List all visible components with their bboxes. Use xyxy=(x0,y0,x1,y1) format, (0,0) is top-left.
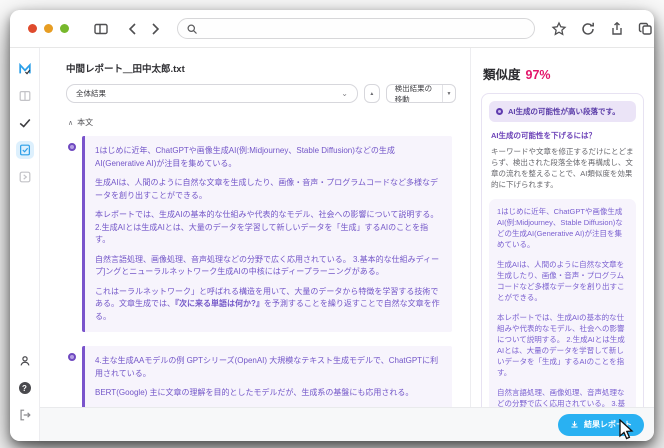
help-icon[interactable]: ? xyxy=(16,379,34,397)
search-icon xyxy=(186,23,198,35)
detected-paragraph: 自然言語処理、画像処理、音声処理などの分野で広く応用されている。 3.基本的な仕… xyxy=(497,388,626,407)
paragraph-marker-dot xyxy=(496,108,503,115)
window-controls xyxy=(28,24,69,33)
result-controls: 全体結果 ⌄ ▲ 検出結果の移動 ▼ xyxy=(66,84,456,103)
ai-detection-card: AI生成の可能性が高い段落です。 AI生成の可能性を下げるには？ キーワードや文… xyxy=(481,93,644,407)
address-input[interactable] xyxy=(203,23,526,34)
doc-paragraph: 本レポートでは、生成AIの基本的な仕組みや代表的なモデル、社会への影響について説… xyxy=(95,210,439,244)
share-icon[interactable] xyxy=(609,21,625,37)
paragraph-marker-dot[interactable] xyxy=(68,353,76,361)
app-logo-icon[interactable] xyxy=(16,60,34,78)
result-nav-label: 検出結果の移動 xyxy=(394,84,433,103)
highlighted-paragraph-group-1[interactable]: 1はじめに近年、ChatGPTや画像生成AI(例:Midjourney、Stab… xyxy=(68,136,452,332)
zoom-window-button[interactable] xyxy=(60,24,69,33)
detected-text-block[interactable]: 1はじめに近年、ChatGPTや画像生成AI(例:Midjourney、Stab… xyxy=(489,199,636,407)
toolbar-actions xyxy=(551,20,654,37)
detected-paragraph: 生成AIは、人間のように自然な文章を生成したり、画像・音声・プログラムコードなど… xyxy=(497,260,625,302)
browser-window: ? 中間レポート＿田中太郎.txt 全体結果 ⌄ ▲ 検出結果の移動 ▼ ∧ 本… xyxy=(10,10,654,441)
footer-bar: 結果レポート xyxy=(40,407,654,441)
refresh-icon[interactable] xyxy=(580,21,596,37)
similarity-value: 97% xyxy=(525,68,551,82)
body-section-label: 本文 xyxy=(77,118,94,127)
account-person-icon[interactable] xyxy=(16,352,34,370)
app-sidebar: ? xyxy=(10,48,40,441)
collapse-caret-icon: ∧ xyxy=(68,119,74,127)
doc-paragraph: 1はじめに近年、ChatGPTや画像生成AI(例:Midjourney、Stab… xyxy=(95,146,395,168)
similarity-panel: 類似度 97% AI生成の可能性が高い段落です。 AI生成の可能性を下げるには？… xyxy=(470,48,654,407)
result-report-label: 結果レポート xyxy=(584,420,632,429)
forward-icon[interactable] xyxy=(147,21,163,37)
doc-paragraph: 4.主な生成AAモデルの例 GPTシリーズ(OpenAI) 大規模なテキスト生成… xyxy=(95,356,439,378)
sidebar-toggle-icon[interactable] xyxy=(93,21,109,37)
download-icon xyxy=(571,421,578,428)
result-report-button[interactable]: 結果レポート xyxy=(558,413,644,436)
chevron-down-icon: ⌄ xyxy=(341,88,348,98)
document-title: 中間レポート＿田中太郎.txt xyxy=(66,64,185,75)
minimize-window-button[interactable] xyxy=(44,24,53,33)
body-section-header[interactable]: ∧ 本文 xyxy=(68,117,456,128)
similarity-label: 類似度 xyxy=(483,68,521,82)
doc-paragraph: 生成AIは、人間のように自然な文章を生成したり、画像・音声・プログラムコードなど… xyxy=(95,178,438,200)
ai-detection-banner: AI生成の可能性が高い段落です。 xyxy=(489,101,636,122)
detected-paragraph: 1はじめに近年、ChatGPTや画像生成AI(例:Midjourney、Stab… xyxy=(497,207,623,249)
next-result-button[interactable]: ▼ xyxy=(442,85,455,102)
doc-paragraph: BERT(Google) 主に文章の理解を目的としたモデルだが、生成系の基盤にも… xyxy=(95,388,414,397)
main-area: 中間レポート＿田中太郎.txt 全体結果 ⌄ ▲ 検出結果の移動 ▼ ∧ 本文 … xyxy=(40,48,654,407)
ai-banner-text: AI生成の可能性が高い段落です。 xyxy=(508,107,620,116)
book-icon[interactable] xyxy=(16,87,34,105)
similarity-header: 類似度 97% xyxy=(483,64,644,83)
check-icon[interactable] xyxy=(16,114,34,132)
advice-body: キーワードや文章を修正するだけにとどまらず、検出された段落全体を再構成し、文章の… xyxy=(491,147,634,189)
document-pane: 中間レポート＿田中太郎.txt 全体結果 ⌄ ▲ 検出結果の移動 ▼ ∧ 本文 … xyxy=(40,48,470,407)
back-icon[interactable] xyxy=(125,21,141,37)
scope-select[interactable]: 全体結果 ⌄ xyxy=(66,84,358,103)
export-square-icon[interactable] xyxy=(16,168,34,186)
advice-title: AI生成の可能性を下げるには？ xyxy=(491,131,596,140)
close-window-button[interactable] xyxy=(28,24,37,33)
logout-icon[interactable] xyxy=(16,406,34,424)
copy-tabs-icon[interactable] xyxy=(638,21,654,37)
report-clipboard-icon[interactable] xyxy=(15,141,34,159)
scope-select-value: 全体結果 xyxy=(76,89,106,98)
address-bar[interactable] xyxy=(177,18,535,39)
doc-paragraph: 自然言語処理、画像処理、音声処理などの分野で広く応用されている。 3.基本的な仕… xyxy=(95,254,440,277)
next-result-group[interactable]: 検出結果の移動 ▼ xyxy=(385,84,456,103)
prev-result-button[interactable]: ▲ xyxy=(364,84,380,103)
detected-paragraph: 本レポートでは、生成AIの基本的な仕組みや代表的なモデル、社会への影響について説… xyxy=(497,313,625,377)
bookmark-star-icon[interactable] xyxy=(551,20,567,37)
highlighted-paragraph-group-2[interactable]: 4.主な生成AAモデルの例 GPTシリーズ(OpenAI) 大規模なテキスト生成… xyxy=(68,346,452,407)
browser-toolbar xyxy=(10,10,654,48)
paragraph-marker-dot[interactable] xyxy=(68,143,76,151)
doc-paragraph: これはーラルネットワーク」と呼ばれる構造を用いて、大量のデータから特徴を学習する… xyxy=(95,286,440,321)
